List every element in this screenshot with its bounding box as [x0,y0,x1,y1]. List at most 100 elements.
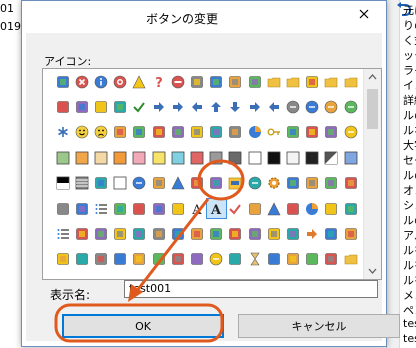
icon-cell[interactable] [264,123,283,142]
icon-cell[interactable] [111,224,130,243]
icon-cell[interactable] [168,148,187,167]
icon-cell[interactable] [245,123,264,142]
icon-cell[interactable] [207,97,226,116]
icon-cell[interactable] [303,250,322,269]
vertical-scrollbar[interactable] [363,69,381,279]
icon-cell[interactable] [264,224,283,243]
icon-cell[interactable] [168,224,187,243]
icon-cell[interactable] [245,199,264,218]
icon-cell[interactable] [91,199,110,218]
icon-cell[interactable] [72,123,91,142]
icon-cell[interactable] [245,72,264,91]
close-button[interactable] [344,3,384,25]
icon-cell[interactable] [130,72,149,91]
icon-cell[interactable]: ? [149,72,168,91]
icon-cell[interactable] [341,123,360,142]
icon-cell[interactable] [53,199,72,218]
icon-cell[interactable] [245,97,264,116]
icon-cell[interactable] [111,97,130,116]
ok-button[interactable]: OK [62,314,224,338]
icon-cell[interactable] [322,174,341,193]
icon-cell[interactable] [283,250,302,269]
icon-cell[interactable] [322,250,341,269]
icon-grid[interactable]: ? A A [42,68,382,280]
icon-cell[interactable] [187,250,206,269]
scrollbar-thumb[interactable] [367,89,378,129]
icon-cell[interactable] [130,97,149,116]
icon-cell[interactable] [91,174,110,193]
icon-cell[interactable] [322,123,341,142]
icon-cell[interactable] [187,97,206,116]
icon-cell[interactable] [168,97,187,116]
icon-cell[interactable] [168,123,187,142]
icon-cell[interactable] [264,174,283,193]
icon-cell[interactable] [226,97,245,116]
icon-cell[interactable] [303,224,322,243]
icon-cell[interactable] [245,224,264,243]
icon-cell[interactable] [149,174,168,193]
icon-cell[interactable] [283,148,302,167]
icon-cell[interactable] [111,174,130,193]
icon-cell[interactable] [226,224,245,243]
icon-cell[interactable] [341,250,360,269]
icon-cell[interactable] [245,174,264,193]
icon-cell[interactable] [72,97,91,116]
icon-cell[interactable] [111,148,130,167]
icon-cell[interactable] [187,224,206,243]
icon-cell[interactable] [226,250,245,269]
icon-cell[interactable] [130,199,149,218]
icon-cell[interactable] [130,148,149,167]
icon-cell[interactable] [72,148,91,167]
icon-cell[interactable] [149,250,168,269]
icon-cell[interactable] [91,123,110,142]
icon-cell[interactable] [72,72,91,91]
icon-cell[interactable] [130,224,149,243]
icon-cell[interactable] [111,72,130,91]
icon-cell[interactable] [168,174,187,193]
icon-cell[interactable] [149,224,168,243]
icon-cell[interactable] [53,72,72,91]
icon-cell[interactable] [226,148,245,167]
icon-cell[interactable] [207,174,226,193]
icon-cell[interactable] [187,148,206,167]
icon-cell[interactable] [341,199,360,218]
icon-cell[interactable] [91,224,110,243]
icon-cell[interactable] [130,174,149,193]
icon-cell[interactable] [226,174,245,193]
icon-cell[interactable] [149,148,168,167]
icon-cell[interactable] [303,199,322,218]
icon-cell[interactable] [111,250,130,269]
icon-cell[interactable] [264,250,283,269]
icon-cell[interactable] [245,250,264,269]
display-name-field[interactable]: test001 [124,280,378,298]
icon-cell[interactable] [322,199,341,218]
icon-cell[interactable] [283,123,302,142]
icon-cell[interactable] [91,148,110,167]
icon-cell[interactable] [207,123,226,142]
icon-cell[interactable] [341,72,360,91]
icon-cell[interactable] [283,72,302,91]
icon-cell[interactable] [130,123,149,142]
icon-cell[interactable] [322,72,341,91]
icon-cell[interactable] [149,123,168,142]
icon-cell[interactable] [341,174,360,193]
icon-cell[interactable] [322,148,341,167]
icon-cell[interactable] [245,148,264,167]
icon-cell[interactable] [72,174,91,193]
icon-cell[interactable] [283,199,302,218]
icon-cell[interactable] [207,250,226,269]
icon-cell[interactable] [168,199,187,218]
icon-cell[interactable] [72,199,91,218]
icon-cell[interactable] [91,250,110,269]
icon-cell[interactable] [283,224,302,243]
icon-cell[interactable]: A [187,199,206,218]
icon-cell[interactable] [226,199,245,218]
icon-cell[interactable] [91,72,110,91]
icon-cell[interactable] [130,250,149,269]
icon-cell[interactable] [226,72,245,91]
scroll-down-icon[interactable] [368,266,377,275]
icon-cell[interactable] [72,250,91,269]
icon-cell[interactable] [53,224,72,243]
icon-cell[interactable] [207,224,226,243]
icon-cell[interactable] [53,250,72,269]
